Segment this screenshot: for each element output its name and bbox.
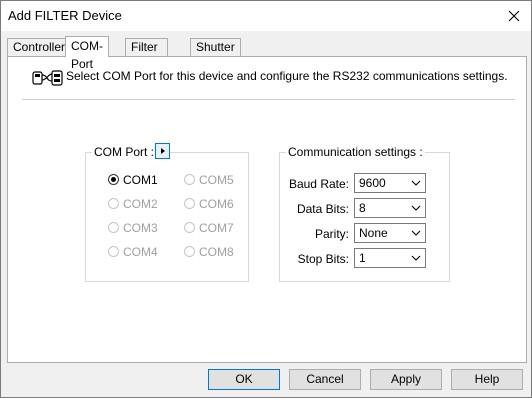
tab-com-port[interactable]: COM-Port (65, 36, 109, 71)
com-port-expand-button[interactable] (155, 143, 170, 159)
help-button[interactable]: Help (451, 369, 523, 390)
divider (22, 99, 515, 100)
baud-rate-value: 9600 (359, 176, 386, 190)
tab-shutter-setup[interactable]: Shutter Setup (190, 38, 241, 70)
stop-bits-label: Stop Bits: (297, 252, 349, 266)
communication-settings-legend: Communication settings : (288, 145, 423, 159)
parity-value: None (359, 226, 388, 240)
parity-label: Parity: (314, 227, 349, 241)
chevron-down-icon (411, 205, 421, 211)
radio-com1-label: COM1 (123, 173, 158, 187)
serial-connection-icon (32, 70, 63, 86)
ok-button[interactable]: OK (208, 369, 280, 390)
radio-com5-label: COM5 (199, 173, 234, 187)
radio-com6-label: COM6 (199, 197, 234, 211)
chevron-down-icon (411, 180, 421, 186)
add-filter-device-dialog: Add FILTER Device Controller COM-Port Fi… (0, 0, 532, 398)
com-port-group: COM Port : (85, 145, 249, 282)
stop-bits-value: 1 (359, 251, 366, 265)
chevron-down-icon (411, 255, 421, 261)
baud-rate-select[interactable]: 9600 (354, 173, 426, 193)
info-text: Select COM Port for this device and conf… (66, 69, 508, 83)
parity-select[interactable]: None (354, 223, 426, 243)
tab-filter-setup[interactable]: Filter Setup (125, 38, 169, 70)
info-row: Select COM Port for this device and conf… (28, 65, 520, 93)
triangle-right-icon (161, 148, 165, 154)
window-title: Add FILTER Device (8, 8, 122, 23)
baud-rate-label: Baud Rate: (288, 177, 349, 191)
radio-com4-label: COM4 (123, 245, 158, 259)
cancel-button[interactable]: Cancel (289, 369, 361, 390)
com-port-panel: Select COM Port for this device and conf… (7, 56, 527, 363)
data-bits-value: 8 (359, 201, 366, 215)
chevron-down-icon (411, 230, 421, 236)
radio-com2-label: COM2 (123, 197, 158, 211)
apply-button[interactable]: Apply (370, 369, 442, 390)
radio-selected-dot (111, 177, 116, 182)
title-bar: Add FILTER Device (1, 1, 531, 31)
close-icon[interactable] (505, 7, 523, 25)
com-port-legend: COM Port : (94, 145, 155, 159)
data-bits-select[interactable]: 8 (354, 198, 426, 218)
stop-bits-select[interactable]: 1 (354, 248, 426, 268)
radio-com7-label: COM7 (199, 221, 234, 235)
radio-com3-label: COM3 (123, 221, 158, 235)
radio-com8-label: COM8 (199, 245, 234, 259)
tab-controller[interactable]: Controller (7, 38, 72, 56)
data-bits-label: Data Bits: (296, 202, 349, 216)
